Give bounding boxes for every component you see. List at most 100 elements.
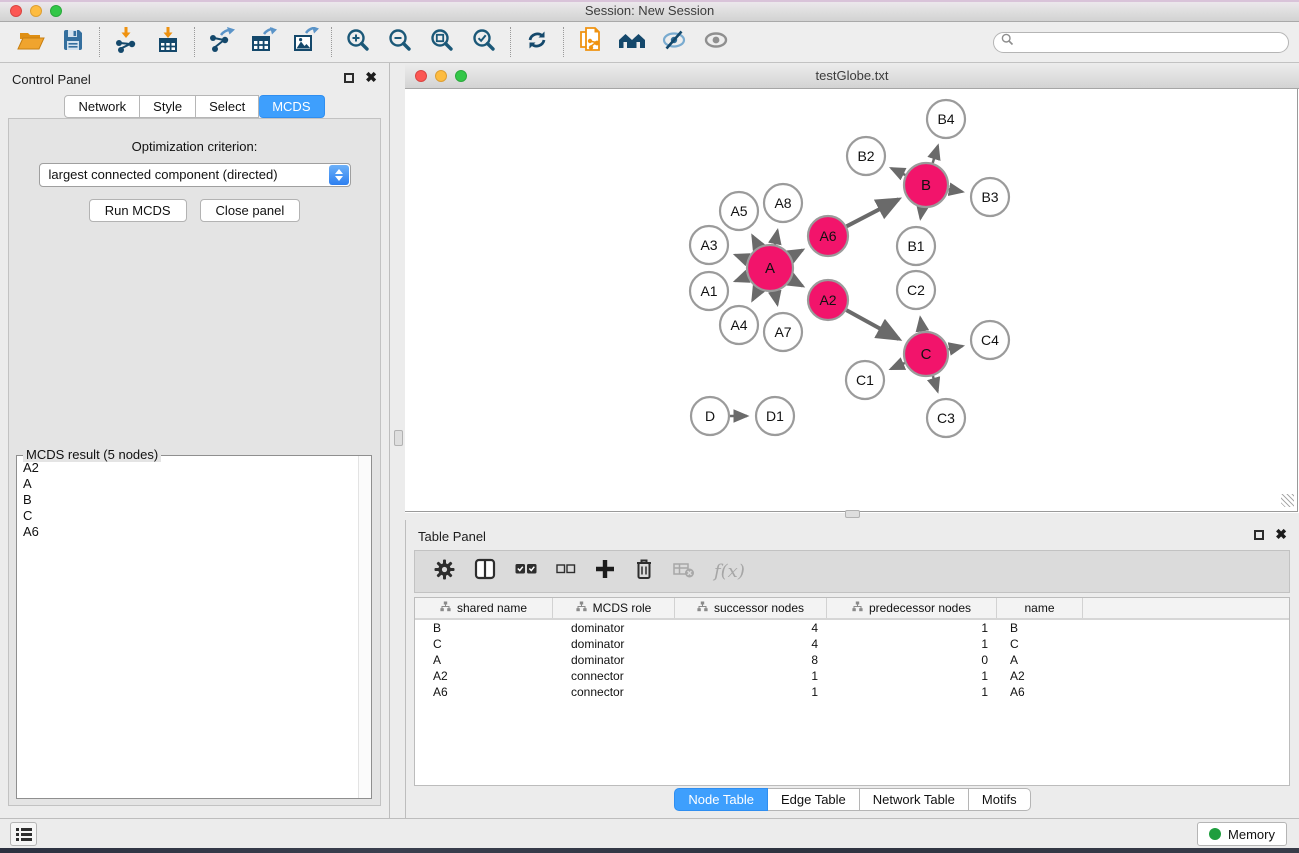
function-builder-icon[interactable]: f(x)	[714, 561, 745, 582]
network-node-C2[interactable]: C2	[897, 271, 935, 309]
network-node-B2[interactable]: B2	[847, 137, 885, 175]
network-minimize-button[interactable]	[435, 70, 447, 82]
column-selector-icon[interactable]	[474, 558, 496, 585]
minimize-window-button[interactable]	[30, 5, 42, 17]
network-node-A4[interactable]: A4	[720, 306, 758, 344]
node-table[interactable]: shared nameMCDS rolesuccessor nodesprede…	[414, 597, 1290, 786]
memory-button[interactable]: Memory	[1197, 822, 1287, 846]
zoom-out-button[interactable]	[379, 24, 421, 60]
import-network-button[interactable]	[105, 24, 147, 60]
network-close-button[interactable]	[415, 70, 427, 82]
settings-gear-icon[interactable]	[434, 559, 455, 585]
network-canvas[interactable]: B4B2BB3A5A8A6B1A3AA1C2A2A4A7CC4C1C3DD1	[405, 89, 1298, 512]
export-image-button[interactable]	[284, 24, 326, 60]
edge-A-A8[interactable]	[775, 231, 778, 245]
float-panel-icon[interactable]	[344, 73, 354, 83]
close-panel-icon[interactable]: ✖	[365, 72, 377, 83]
search-input[interactable]	[1018, 35, 1281, 49]
edge-C-C4[interactable]	[949, 346, 963, 349]
network-node-B[interactable]: B	[904, 163, 948, 207]
network-node-A8[interactable]: A8	[764, 184, 802, 222]
tab-network[interactable]: Network	[64, 95, 140, 118]
edge-B-B2[interactable]	[891, 168, 905, 175]
trash-icon[interactable]	[634, 558, 654, 585]
edge-B-B3[interactable]	[949, 189, 963, 192]
tab-edge-table[interactable]: Edge Table	[768, 788, 860, 811]
network-node-A5[interactable]: A5	[720, 192, 758, 230]
result-item-b[interactable]: B	[23, 492, 371, 508]
float-table-panel-icon[interactable]	[1254, 530, 1264, 540]
edge-B-B1[interactable]	[921, 208, 923, 219]
hide-selected-button[interactable]	[653, 24, 695, 60]
tab-style[interactable]: Style	[140, 95, 196, 118]
edge-A-A4[interactable]	[752, 289, 758, 300]
edge-A6-B[interactable]	[847, 199, 899, 226]
edge-A-A7[interactable]	[775, 292, 778, 305]
network-node-C4[interactable]: C4	[971, 321, 1009, 359]
home-view-button[interactable]	[611, 24, 653, 60]
tab-select[interactable]: Select	[196, 95, 259, 118]
result-list-scrollbar[interactable]	[358, 456, 371, 798]
result-item-a6[interactable]: A6	[23, 524, 371, 540]
column-header-successor-nodes[interactable]: successor nodes	[675, 598, 827, 618]
task-history-button[interactable]	[10, 822, 37, 846]
network-maximize-button[interactable]	[455, 70, 467, 82]
add-icon[interactable]	[595, 559, 615, 584]
edge-A2-C[interactable]	[846, 310, 898, 339]
edge-A-A5[interactable]	[752, 236, 758, 247]
table-row[interactable]: Bdominator41B	[415, 620, 1289, 636]
window-resize-grip[interactable]	[1281, 494, 1294, 507]
import-table-button[interactable]	[147, 24, 189, 60]
network-node-B3[interactable]: B3	[971, 178, 1009, 216]
column-header-predecessor-nodes[interactable]: predecessor nodes	[827, 598, 997, 618]
maximize-window-button[interactable]	[50, 5, 62, 17]
column-header-shared-name[interactable]: shared name	[415, 598, 553, 618]
edge-B-B4[interactable]	[933, 146, 938, 163]
delete-table-icon[interactable]	[673, 560, 695, 583]
network-node-A2[interactable]: A2	[808, 280, 848, 320]
tab-node-table[interactable]: Node Table	[674, 788, 768, 811]
run-mcds-button[interactable]: Run MCDS	[89, 199, 187, 222]
select-stepper-icon[interactable]	[329, 165, 349, 185]
refresh-button[interactable]	[516, 24, 558, 60]
network-node-A7[interactable]: A7	[764, 313, 802, 351]
zoom-fit-button[interactable]	[421, 24, 463, 60]
close-window-button[interactable]	[10, 5, 22, 17]
clone-network-button[interactable]	[569, 24, 611, 60]
network-node-A[interactable]: A	[747, 245, 793, 291]
network-node-A3[interactable]: A3	[690, 226, 728, 264]
export-network-button[interactable]	[200, 24, 242, 60]
edge-A-A1[interactable]	[735, 277, 747, 282]
network-node-C1[interactable]: C1	[846, 361, 884, 399]
network-node-B4[interactable]: B4	[927, 100, 965, 138]
tab-network-table[interactable]: Network Table	[860, 788, 969, 811]
close-panel-button[interactable]: Close panel	[200, 199, 301, 222]
save-session-button[interactable]	[52, 24, 94, 60]
search-box[interactable]	[993, 32, 1289, 53]
result-item-a2[interactable]: A2	[23, 460, 371, 476]
tab-mcds[interactable]: MCDS	[259, 95, 324, 118]
table-row[interactable]: A6connector11A6	[415, 684, 1289, 700]
mcds-result-list[interactable]: A2ABCA6	[17, 456, 371, 798]
network-node-D1[interactable]: D1	[756, 397, 794, 435]
export-table-button[interactable]	[242, 24, 284, 60]
edge-C-C1[interactable]	[891, 363, 905, 369]
close-table-panel-icon[interactable]: ✖	[1275, 529, 1287, 540]
edge-A-A6[interactable]	[791, 250, 803, 256]
zoom-in-button[interactable]	[337, 24, 379, 60]
result-item-a[interactable]: A	[23, 476, 371, 492]
panel-splitter-grip[interactable]	[394, 430, 403, 446]
column-header-name[interactable]: name	[997, 598, 1083, 618]
criterion-select[interactable]: largest connected component (directed)	[39, 163, 351, 187]
edge-A-A3[interactable]	[735, 255, 747, 260]
select-all-icon[interactable]	[515, 561, 537, 582]
open-session-button[interactable]	[10, 24, 52, 60]
table-row[interactable]: Adominator80A	[415, 652, 1289, 668]
zoom-selected-button[interactable]	[463, 24, 505, 60]
show-all-button[interactable]	[695, 24, 737, 60]
column-header-MCDS-role[interactable]: MCDS role	[553, 598, 675, 618]
network-node-B1[interactable]: B1	[897, 227, 935, 265]
edge-A-A2[interactable]	[791, 280, 803, 286]
network-node-D[interactable]: D	[691, 397, 729, 435]
table-row[interactable]: Cdominator41C	[415, 636, 1289, 652]
